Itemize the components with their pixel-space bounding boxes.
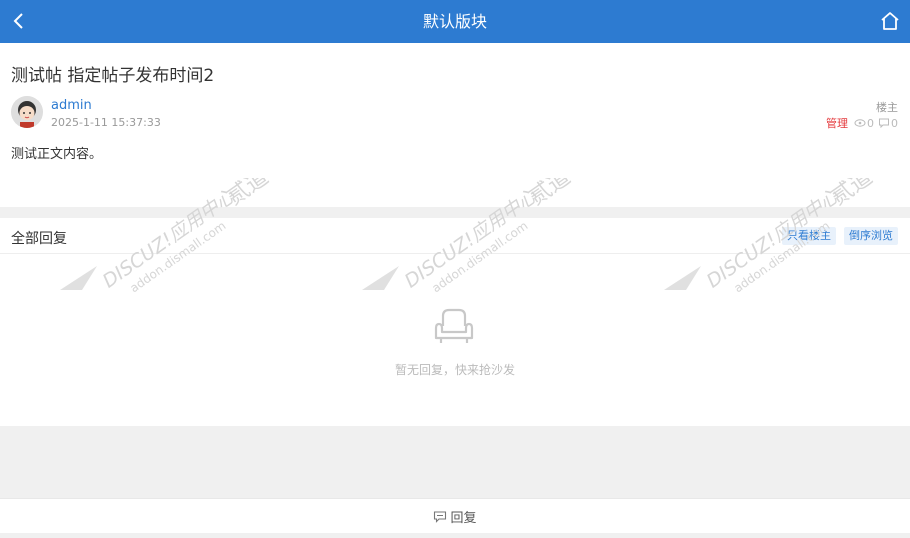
reply-count: 0 [891, 116, 898, 130]
manage-link[interactable]: 管理 [826, 115, 848, 131]
top-bar: 默认版块 [0, 0, 910, 43]
eye-icon [854, 119, 866, 127]
sofa-icon [431, 304, 477, 350]
author-name[interactable]: admin [51, 98, 92, 113]
post-body: 测试正文内容。 [11, 147, 103, 162]
only-owner-button[interactable]: 只看楼主 [782, 227, 836, 245]
floor-label: 楼主 [876, 101, 898, 114]
page-title: 默认版块 [422, 12, 487, 31]
replies-title: 全部回复 [11, 231, 67, 247]
post-meta: 管理 0 0 [826, 115, 898, 131]
reply-button[interactable]: 回复 [0, 499, 910, 534]
comment-icon [434, 510, 447, 523]
user-avatar-icon [11, 96, 43, 128]
post-date: 2025-1-11 15:37:33 [51, 116, 161, 129]
reply-button-label: 回复 [450, 511, 477, 526]
home-icon [881, 12, 899, 30]
page: 默认版块 测试帖 指定帖子发布时间2 admin 2025-1-11 15:37… [0, 0, 910, 538]
avatar[interactable] [11, 96, 43, 128]
replies-header: 全部回复 只看楼主 倒序浏览 [0, 218, 910, 254]
home-button[interactable] [878, 9, 902, 33]
post-card: 测试帖 指定帖子发布时间2 admin 2025-1-11 15:37:33 楼… [0, 43, 910, 207]
reverse-order-button[interactable]: 倒序浏览 [844, 227, 898, 245]
comment-count-icon [879, 118, 889, 128]
empty-replies-text: 暂无回复，快来抢沙发 [394, 363, 515, 377]
view-count: 0 [867, 116, 874, 130]
post-title: 测试帖 指定帖子发布时间2 [11, 66, 215, 86]
bottom-bar: 回复 [0, 498, 910, 533]
content-spacer [0, 426, 910, 498]
replies-section: 全部回复 只看楼主 倒序浏览 暂无回复，快来抢沙发 [0, 218, 910, 426]
